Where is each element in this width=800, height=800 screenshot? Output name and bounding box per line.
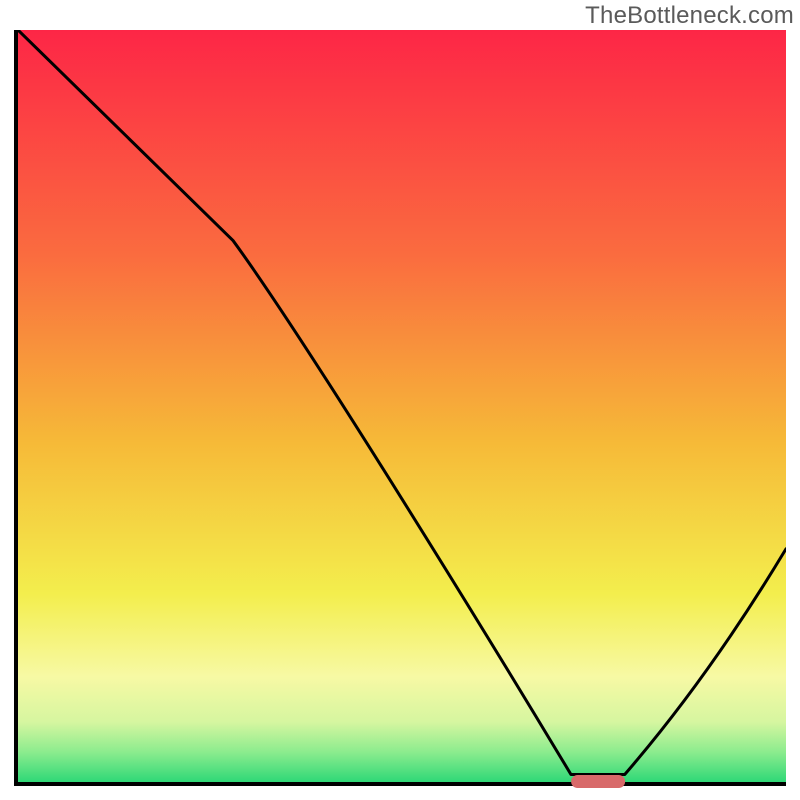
chart-container: TheBottleneck.com <box>0 0 800 800</box>
plot-area <box>14 30 786 786</box>
optimal-marker <box>571 775 625 788</box>
watermark-text: TheBottleneck.com <box>585 2 794 30</box>
bottleneck-curve <box>18 30 786 782</box>
